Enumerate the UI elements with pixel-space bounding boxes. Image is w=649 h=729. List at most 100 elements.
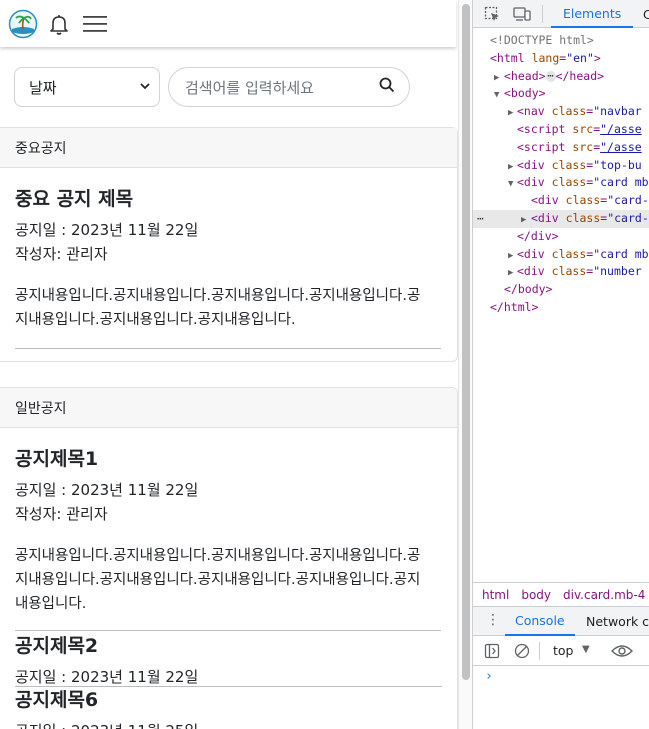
attr-name: class	[551, 157, 587, 172]
tag-text: <script	[517, 139, 566, 154]
dom-node-nav[interactable]: ▶ <nav class="navbar	[473, 103, 649, 121]
dom-node-div-card-header[interactable]: <div class="card-	[473, 192, 649, 210]
tag-text: <script	[517, 121, 566, 136]
notice-author: 작성자: 관리자	[15, 245, 108, 263]
dom-node-div-top[interactable]: ▶ <div class="top-bu	[473, 157, 649, 175]
context-selector-value[interactable]: top	[553, 643, 573, 658]
general-notice-card: 일반공지 공지제목1 공지일 : 2023년 11월 22일 작성자: 관리자 …	[0, 387, 458, 729]
dom-node-div-card2[interactable]: ▶ <div class="card mb	[473, 246, 649, 264]
filter-bar: 날짜 검색어를 입력하세요	[14, 67, 410, 107]
tab-elements[interactable]: Elements	[551, 0, 634, 28]
general-notice-header: 일반공지	[0, 388, 457, 428]
search-icon[interactable]	[379, 77, 395, 97]
page-scrollbar[interactable]	[458, 0, 472, 729]
live-expression-eye-icon[interactable]	[611, 643, 633, 662]
dom-node-body[interactable]: ▼ <body>	[473, 85, 649, 103]
doctype-text: <!DOCTYPE html>	[490, 33, 594, 47]
attr-name: class	[551, 246, 587, 261]
attr-link[interactable]: "/asse	[600, 140, 642, 154]
important-notice-body: 중요 공지 제목 공지일 : 2023년 11월 22일 작성자: 관리자 공지…	[0, 184, 457, 349]
notice-item-overlay: 공지제목6 공지일 : 2023년 11월 25일	[0, 684, 457, 729]
attr-value: "number	[593, 264, 642, 279]
chevron-down-icon	[139, 78, 151, 96]
device-toggle-icon[interactable]	[513, 5, 531, 23]
general-notice-body: 공지제목1 공지일 : 2023년 11월 22일 작성자: 관리자 공지내용입…	[0, 444, 457, 689]
navbar	[0, 0, 456, 47]
attr-value: "card mb	[593, 246, 649, 261]
console-prompt-icon[interactable]: ›	[485, 669, 493, 684]
tag-text: <div	[531, 210, 559, 225]
breadcrumb-item[interactable]: div.card.mb-4	[563, 588, 645, 602]
attr-name: lang	[531, 50, 560, 65]
attr-name: class	[565, 210, 601, 225]
devtools-toolbar: Elements C	[473, 0, 649, 28]
dom-node-html-close[interactable]: </html>	[473, 299, 649, 317]
sidebar-toggle-icon[interactable]	[484, 643, 500, 662]
dom-node-head[interactable]: ▶ <head> ⋯ </head>	[473, 68, 649, 86]
dom-node-html[interactable]: <html lang="en">	[473, 50, 649, 68]
attr-name: src	[572, 121, 594, 136]
gt-text: >	[593, 50, 601, 65]
attr-value: "en"	[566, 50, 594, 65]
attr-value: "top-bu	[593, 157, 642, 172]
tab-console[interactable]: Console	[505, 607, 575, 636]
tag-text: </head>	[555, 68, 605, 83]
notice-content-line: 내용입니다.	[15, 596, 87, 612]
tag-text: <nav	[517, 104, 545, 119]
attr-link[interactable]: "/asse	[600, 122, 642, 136]
context-dropdown-icon[interactable]: ▼	[582, 644, 590, 655]
search-input[interactable]: 검색어를 입력하세요	[168, 67, 410, 107]
dom-node-doctype[interactable]: <!DOCTYPE html>	[473, 32, 649, 50]
tag-text: <html	[490, 50, 525, 65]
attr-name: class	[551, 264, 587, 279]
clear-console-icon[interactable]	[514, 643, 530, 662]
notice-title[interactable]: 중요 공지 제목	[15, 184, 441, 210]
notice-title[interactable]: 공지제목6	[15, 685, 442, 711]
inspect-element-icon[interactable]	[483, 5, 501, 23]
web-page: 날짜 검색어를 입력하세요 중요공지 중요 공지 제목 공지일 : 2023년 …	[0, 0, 458, 729]
tab-network-conditions[interactable]: Network c	[586, 607, 649, 636]
breadcrumb: html body div.card.mb-4	[473, 582, 649, 606]
attr-name: class	[565, 193, 601, 208]
tag-text: <div	[517, 175, 545, 190]
attr-value: "navbar	[593, 104, 642, 119]
dom-node-script[interactable]: <script src="/asse	[473, 139, 649, 157]
notice-content-line: 공지내용입니다.공지내용입니다.공지내용입니다.공지내용입니다.공	[15, 548, 421, 564]
tag-text: <div	[517, 264, 545, 279]
palm-tree-logo-icon[interactable]	[8, 9, 38, 39]
date-sort-select[interactable]: 날짜	[14, 67, 160, 107]
dom-node-div-card-body-selected[interactable]: ⋯ ▶ <div class="card-	[473, 209, 649, 228]
date-sort-value: 날짜	[29, 78, 57, 97]
notice-date: 공지일 : 2023년 11월 22일	[15, 221, 199, 239]
toolbar-separator	[539, 642, 540, 660]
bell-icon[interactable]	[44, 9, 74, 39]
tag-text: <div	[517, 246, 545, 261]
dom-node-div-number[interactable]: ▶ <div class="number	[473, 263, 649, 281]
tag-text: <div	[531, 193, 559, 208]
dom-node-body-close[interactable]: </body>	[473, 281, 649, 299]
ellipsis-icon[interactable]: ⋯	[545, 70, 556, 82]
notice-date: 공지일 : 2023년 11월 25일	[15, 719, 442, 729]
search-placeholder: 검색어를 입력하세요	[185, 78, 314, 97]
notice-title[interactable]: 공지제목2	[15, 631, 441, 657]
notice-content-line: 지내용입니다.공지내용입니다.공지내용입니다.공지내용입니다.공지	[15, 572, 421, 588]
dom-node-div-close[interactable]: </div>	[473, 228, 649, 246]
breadcrumb-item[interactable]: html	[482, 588, 509, 602]
toolbar-separator	[542, 5, 543, 23]
node-actions-ellipsis-icon[interactable]: ⋯	[477, 210, 484, 228]
tag-text: </div>	[517, 228, 559, 243]
page-scrollbar-thumb[interactable]	[462, 4, 470, 680]
hamburger-menu-icon[interactable]	[80, 9, 110, 39]
tag-text: <body>	[504, 86, 546, 101]
tab-console-cut[interactable]: C	[643, 0, 649, 28]
dom-node-div-card[interactable]: ▼ <div class="card mb	[473, 174, 649, 192]
attr-value: "card-	[607, 193, 649, 208]
notice-author: 작성자: 관리자	[15, 505, 108, 523]
attr-value: "card-	[607, 210, 649, 225]
breadcrumb-item[interactable]: body	[521, 588, 551, 602]
drawer-tabbar: ⋮ Console Network c	[473, 606, 649, 636]
drawer-menu-kebab-icon[interactable]: ⋮	[486, 612, 500, 628]
notice-title[interactable]: 공지제목1	[15, 444, 441, 470]
dom-node-script[interactable]: <script src="/asse	[473, 121, 649, 139]
tag-text: <head>	[504, 68, 546, 83]
